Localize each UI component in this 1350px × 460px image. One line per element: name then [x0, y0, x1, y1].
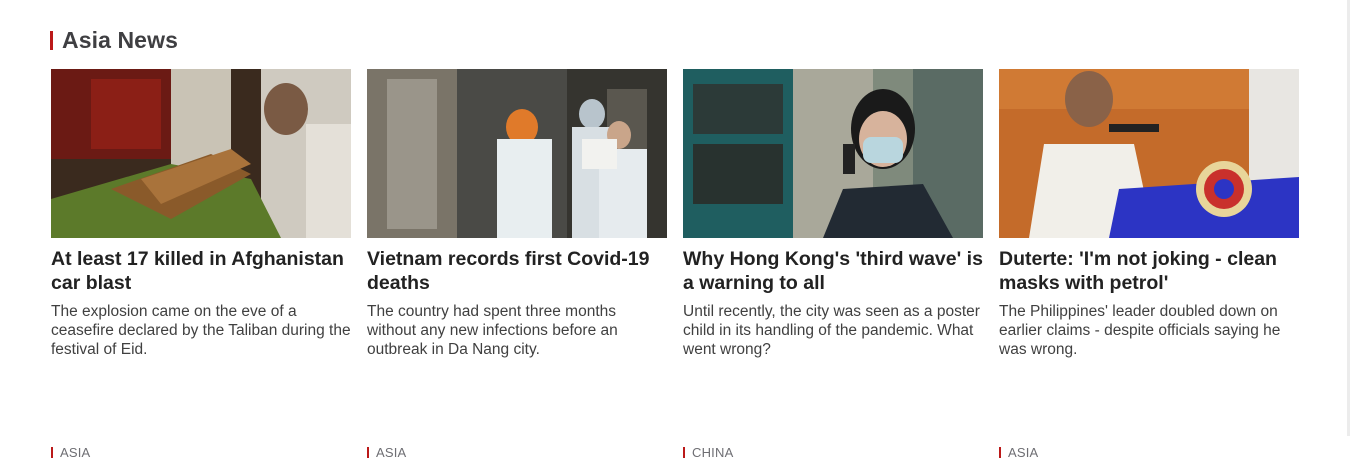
story-summary: The explosion came on the eve of a cease…	[51, 303, 351, 358]
story-tag[interactable]: CHINA	[683, 445, 733, 460]
story-image[interactable]	[51, 69, 351, 238]
section-title[interactable]: Asia News	[62, 27, 178, 54]
story-summary: The Philippines' leader doubled down on …	[999, 303, 1281, 358]
story-card[interactable]: Vietnam records first Covid-19 deaths Th…	[367, 69, 667, 460]
tag-label[interactable]: ASIA	[60, 445, 90, 460]
story-card[interactable]: Duterte: 'I'm not joking - clean masks w…	[999, 69, 1299, 460]
afghanistan-car-blast-photo	[51, 69, 351, 238]
story-summary: The country had spent three months witho…	[367, 303, 618, 358]
tag-label[interactable]: ASIA	[1008, 445, 1038, 460]
story-image[interactable]	[367, 69, 667, 238]
story-headline[interactable]: At least 17 killed in Afghanistan car bl…	[51, 247, 351, 295]
tag-accent-bar	[683, 447, 685, 458]
story-headline[interactable]: Why Hong Kong's 'third wave' is a warnin…	[683, 247, 983, 295]
tag-accent-bar	[51, 447, 53, 458]
story-grid: At least 17 killed in Afghanistan car bl…	[51, 69, 1299, 460]
hong-kong-woman-mask-phone-photo	[683, 69, 983, 238]
story-card[interactable]: Why Hong Kong's 'third wave' is a warnin…	[683, 69, 983, 460]
story-tag[interactable]: ASIA	[999, 445, 1038, 460]
story-headline[interactable]: Duterte: 'I'm not joking - clean masks w…	[999, 247, 1299, 295]
tag-accent-bar	[999, 447, 1001, 458]
tag-label[interactable]: CHINA	[692, 445, 733, 460]
story-card[interactable]: At least 17 killed in Afghanistan car bl…	[51, 69, 351, 460]
section-accent-bar	[50, 30, 53, 50]
story-summary: Until recently, the city was seen as a p…	[683, 303, 980, 358]
story-image[interactable]	[999, 69, 1299, 238]
section-header: Asia News	[50, 26, 178, 54]
vietnam-medical-workers-photo	[367, 69, 667, 238]
story-image[interactable]	[683, 69, 983, 238]
story-tag[interactable]: ASIA	[51, 445, 90, 460]
tag-accent-bar	[367, 447, 369, 458]
story-headline[interactable]: Vietnam records first Covid-19 deaths	[367, 247, 667, 295]
duterte-podium-photo	[999, 69, 1299, 238]
tag-label[interactable]: ASIA	[376, 445, 406, 460]
story-tag[interactable]: ASIA	[367, 445, 406, 460]
